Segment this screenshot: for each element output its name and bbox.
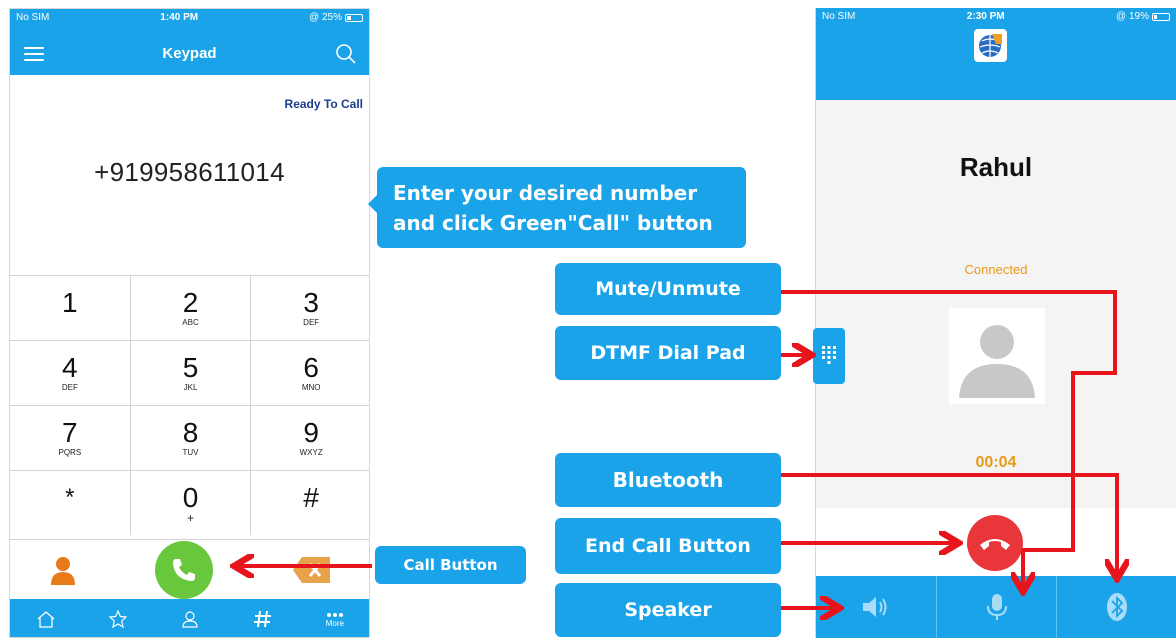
speaker-toggle[interactable] <box>816 576 937 638</box>
hangup-icon <box>980 539 1010 550</box>
call-action-row <box>10 539 369 599</box>
key-3[interactable]: 3 DEF <box>251 276 369 340</box>
avatar <box>949 308 1045 404</box>
in-call-screen: No SIM 2:30 PM @ 19% Rahul Connected 00:… <box>815 8 1176 638</box>
carrier-label: No SIM <box>822 11 856 22</box>
contacts-icon <box>182 611 199 628</box>
bluetooth-callout: Bluetooth <box>555 453 781 507</box>
ready-status: Ready To Call <box>284 97 363 111</box>
battery-indicator: @ 19% <box>1116 11 1170 22</box>
key-hash[interactable]: # <box>251 471 369 535</box>
caller-name: Rahul <box>959 152 1033 182</box>
star-icon <box>108 609 128 629</box>
home-icon <box>37 611 55 628</box>
dtmf-callout: DTMF Dial Pad <box>555 326 781 380</box>
instruction-callout: Enter your desired number and click Gree… <box>368 167 746 248</box>
more-icon <box>326 612 343 617</box>
keypad-row: 4 DEF 5 JKL 6 MNO <box>10 340 369 405</box>
carrier-label: No SIM <box>16 12 50 23</box>
end-call-button[interactable] <box>967 515 1023 571</box>
key-8[interactable]: 8 TUV <box>131 406 252 470</box>
tab-more[interactable]: More <box>315 603 355 635</box>
call-timer: 00:04 <box>975 454 1017 471</box>
key-1[interactable]: 1 <box>10 276 131 340</box>
instruction-line-2: and click Green"Call" button <box>393 210 713 235</box>
call-button-callout: Call Button <box>375 546 526 584</box>
microphone-icon <box>986 594 1007 620</box>
battery-indicator: @ 25% <box>309 12 363 23</box>
bluetooth-icon <box>1107 593 1128 621</box>
backspace-icon[interactable] <box>292 555 332 585</box>
key-2[interactable]: 2 ABC <box>131 276 252 340</box>
search-icon[interactable] <box>335 43 357 65</box>
clock-label: 2:30 PM <box>966 11 1005 22</box>
status-bar: No SIM 1:40 PM @ 25% <box>10 9 369 26</box>
key-5[interactable]: 5 JKL <box>131 341 252 405</box>
tab-home[interactable] <box>26 603 66 635</box>
phone-icon <box>172 558 195 581</box>
page-title: Keypad <box>162 45 217 62</box>
contact-icon[interactable] <box>50 555 76 585</box>
battery-label: @ 25% <box>309 12 342 23</box>
key-9[interactable]: 9 WXYZ <box>251 406 369 470</box>
key-4[interactable]: 4 DEF <box>10 341 131 405</box>
hash-icon <box>253 610 271 628</box>
keypad-row: * 0 + # <box>10 470 369 535</box>
speaker-icon <box>862 597 887 617</box>
keypad-screen: No SIM 1:40 PM @ 25% Keypad Ready To Cal… <box>9 8 370 638</box>
in-call-controls <box>816 576 1176 638</box>
key-6[interactable]: 6 MNO <box>251 341 369 405</box>
keypad-row: 1 2 ABC 3 DEF <box>10 275 369 340</box>
key-7[interactable]: 7 PQRS <box>10 406 131 470</box>
app-logo <box>974 29 1007 62</box>
mute-callout: Mute/Unmute <box>555 263 781 315</box>
tutorial-canvas: No SIM 1:40 PM @ 25% Keypad Ready To Cal… <box>0 0 1176 638</box>
battery-icon <box>345 13 363 22</box>
tab-keypad[interactable] <box>243 603 283 635</box>
tab-contacts[interactable] <box>170 603 210 635</box>
more-label: More <box>325 618 344 628</box>
tab-favorites[interactable] <box>98 603 138 635</box>
speaker-callout: Speaker <box>555 583 781 637</box>
clock-label: 1:40 PM <box>160 12 199 23</box>
dial-keypad: 1 2 ABC 3 DEF 4 DEF 5 JKL 6 MNO 7 PQRS 8 TUV 9W… <box>10 275 369 535</box>
call-status: Connected <box>964 262 1028 277</box>
status-bar: No SIM 2:30 PM @ 19% <box>816 8 1176 25</box>
battery-label: @ 19% <box>1116 11 1149 22</box>
instruction-line-1: Enter your desired number <box>393 180 698 205</box>
in-call-header: No SIM 2:30 PM @ 19% <box>816 8 1176 100</box>
mute-toggle[interactable] <box>937 576 1058 638</box>
dtmf-dialpad-button[interactable] <box>813 328 845 384</box>
bluetooth-toggle[interactable] <box>1057 576 1176 638</box>
keypad-row: 7 PQRS 8 TUV 9 WXYZ <box>10 405 369 470</box>
key-star[interactable]: * <box>10 471 131 535</box>
dialpad-icon <box>822 346 836 364</box>
key-0[interactable]: 0 + <box>131 471 252 535</box>
call-button[interactable] <box>154 540 213 599</box>
end-call-callout: End Call Button <box>555 518 781 574</box>
dialed-number[interactable]: +919958611014 <box>10 157 369 188</box>
keypad-header: No SIM 1:40 PM @ 25% Keypad <box>10 9 369 75</box>
bottom-tab-bar: More <box>10 599 369 637</box>
battery-icon <box>1152 12 1170 21</box>
